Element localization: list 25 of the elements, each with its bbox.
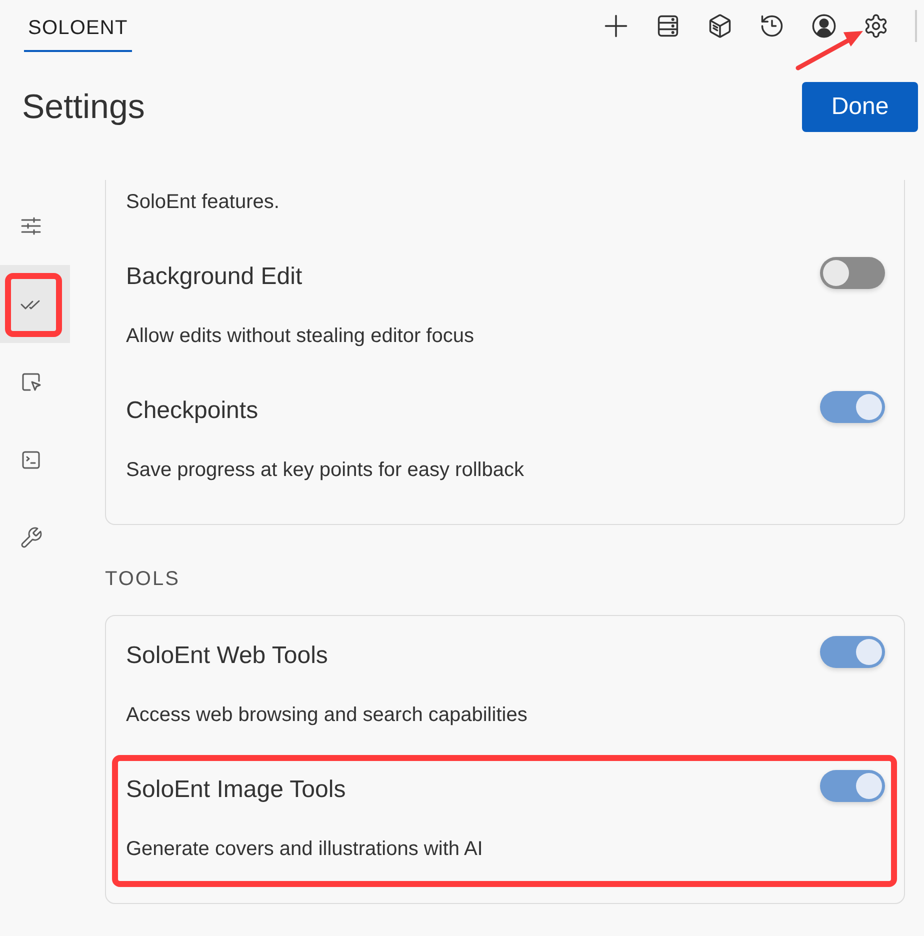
plus-icon[interactable] bbox=[603, 13, 629, 39]
toggle-switch[interactable] bbox=[820, 257, 885, 289]
setting-title: SoloEnt Image Tools bbox=[126, 775, 346, 805]
sidebar-tab[interactable] bbox=[0, 265, 70, 343]
setting-title: Checkpoints bbox=[126, 396, 258, 426]
server-icon[interactable] bbox=[655, 13, 681, 39]
setting-description: SoloEnt features. bbox=[126, 191, 280, 213]
section-heading: TOOLS bbox=[105, 567, 181, 592]
setting-title: Background Edit bbox=[126, 262, 302, 292]
header-tab[interactable]: SOLOENT bbox=[24, 4, 132, 52]
history-icon[interactable] bbox=[759, 13, 785, 39]
page-title: Settings bbox=[22, 87, 145, 128]
box-icon[interactable] bbox=[707, 13, 733, 39]
setting-description: Allow edits without stealing editor focus bbox=[126, 325, 474, 347]
setting-description: Access web browsing and search capabilities bbox=[126, 704, 528, 726]
setting-description: Save progress at key points for easy rollback bbox=[126, 459, 524, 481]
setting-title: SoloEnt Web Tools bbox=[126, 641, 328, 671]
toggle-switch[interactable] bbox=[820, 636, 885, 668]
setting-description: Generate covers and illustrations with AI bbox=[126, 838, 483, 860]
settings-icon[interactable] bbox=[863, 13, 889, 39]
done-button[interactable]: Done bbox=[802, 82, 918, 132]
toggle-switch[interactable] bbox=[820, 391, 885, 423]
toggle-switch[interactable] bbox=[820, 770, 885, 802]
wrench-icon bbox=[19, 526, 43, 550]
user-icon[interactable] bbox=[811, 13, 837, 39]
